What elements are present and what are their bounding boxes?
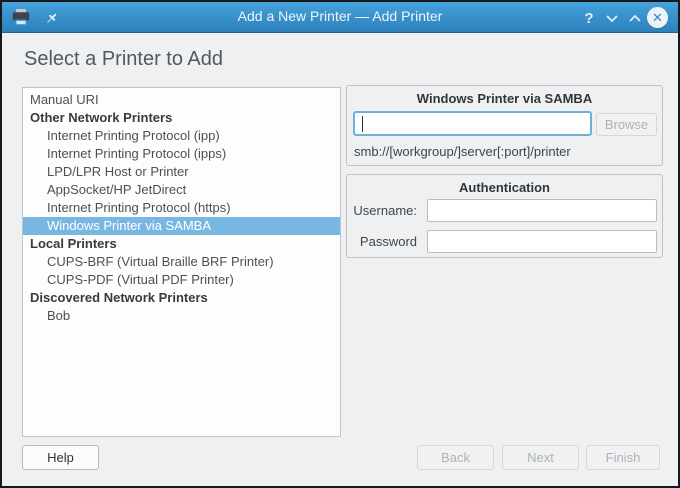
back-button[interactable]: Back — [417, 445, 494, 470]
next-button[interactable]: Next — [502, 445, 579, 470]
samba-uri-wrap — [353, 111, 592, 136]
list-item-cups-brf[interactable]: CUPS-BRF (Virtual Braille BRF Printer) — [23, 253, 340, 271]
samba-groupbox: Windows Printer via SAMBA Browse smb://[… — [346, 85, 663, 166]
samba-groupbox-title: Windows Printer via SAMBA — [416, 91, 593, 106]
samba-uri-input[interactable] — [353, 111, 592, 136]
list-item-cups-pdf[interactable]: CUPS-PDF (Virtual PDF Printer) — [23, 271, 340, 289]
finish-button[interactable]: Finish — [586, 445, 660, 470]
password-label: Password — [359, 234, 417, 249]
add-printer-window: Add a New Printer — Add Printer ? ✕ Sele… — [0, 0, 680, 488]
list-category-other-network-printers: Other Network Printers — [30, 110, 173, 125]
chevron-down-icon[interactable] — [601, 7, 623, 29]
browse-button[interactable]: Browse — [596, 113, 657, 136]
username-field[interactable] — [427, 199, 657, 222]
authentication-groupbox: Authentication Username: Password — [346, 174, 663, 258]
window-title: Add a New Printer — Add Printer — [237, 8, 443, 24]
list-item-ipp-https[interactable]: Internet Printing Protocol (https) — [23, 199, 340, 217]
help-button[interactable]: Help — [22, 445, 99, 470]
samba-uri-hint: smb://[workgroup/]server[:port]/printer — [354, 144, 571, 159]
page-title: Select a Printer to Add — [24, 48, 224, 70]
password-field[interactable] — [427, 230, 657, 253]
list-category-discovered-network-printers: Discovered Network Printers — [30, 290, 208, 305]
help-titlebar-icon[interactable]: ? — [578, 7, 600, 29]
list-item-bob[interactable]: Bob — [23, 307, 340, 325]
list-item-samba-selected[interactable]: Windows Printer via SAMBA — [23, 217, 340, 235]
list-item-manual-uri[interactable]: Manual URI — [23, 91, 340, 109]
chevron-up-icon[interactable] — [624, 7, 646, 29]
titlebar[interactable]: Add a New Printer — Add Printer ? ✕ — [2, 2, 678, 33]
password-row: Password — [347, 230, 662, 253]
list-item-appsocket[interactable]: AppSocket/HP JetDirect — [23, 181, 340, 199]
text-caret — [362, 116, 363, 132]
list-item-lpd-lpr[interactable]: LPD/LPR Host or Printer — [23, 163, 340, 181]
close-icon[interactable]: ✕ — [647, 7, 668, 28]
list-item-ipps[interactable]: Internet Printing Protocol (ipps) — [23, 145, 340, 163]
list-category-local-printers: Local Printers — [30, 236, 117, 251]
authentication-groupbox-title: Authentication — [459, 180, 550, 195]
printer-device-list[interactable]: Manual URI Other Network Printers Intern… — [22, 87, 341, 437]
username-row: Username: — [347, 199, 662, 222]
list-item-ipp[interactable]: Internet Printing Protocol (ipp) — [23, 127, 340, 145]
username-label: Username: — [353, 203, 417, 218]
